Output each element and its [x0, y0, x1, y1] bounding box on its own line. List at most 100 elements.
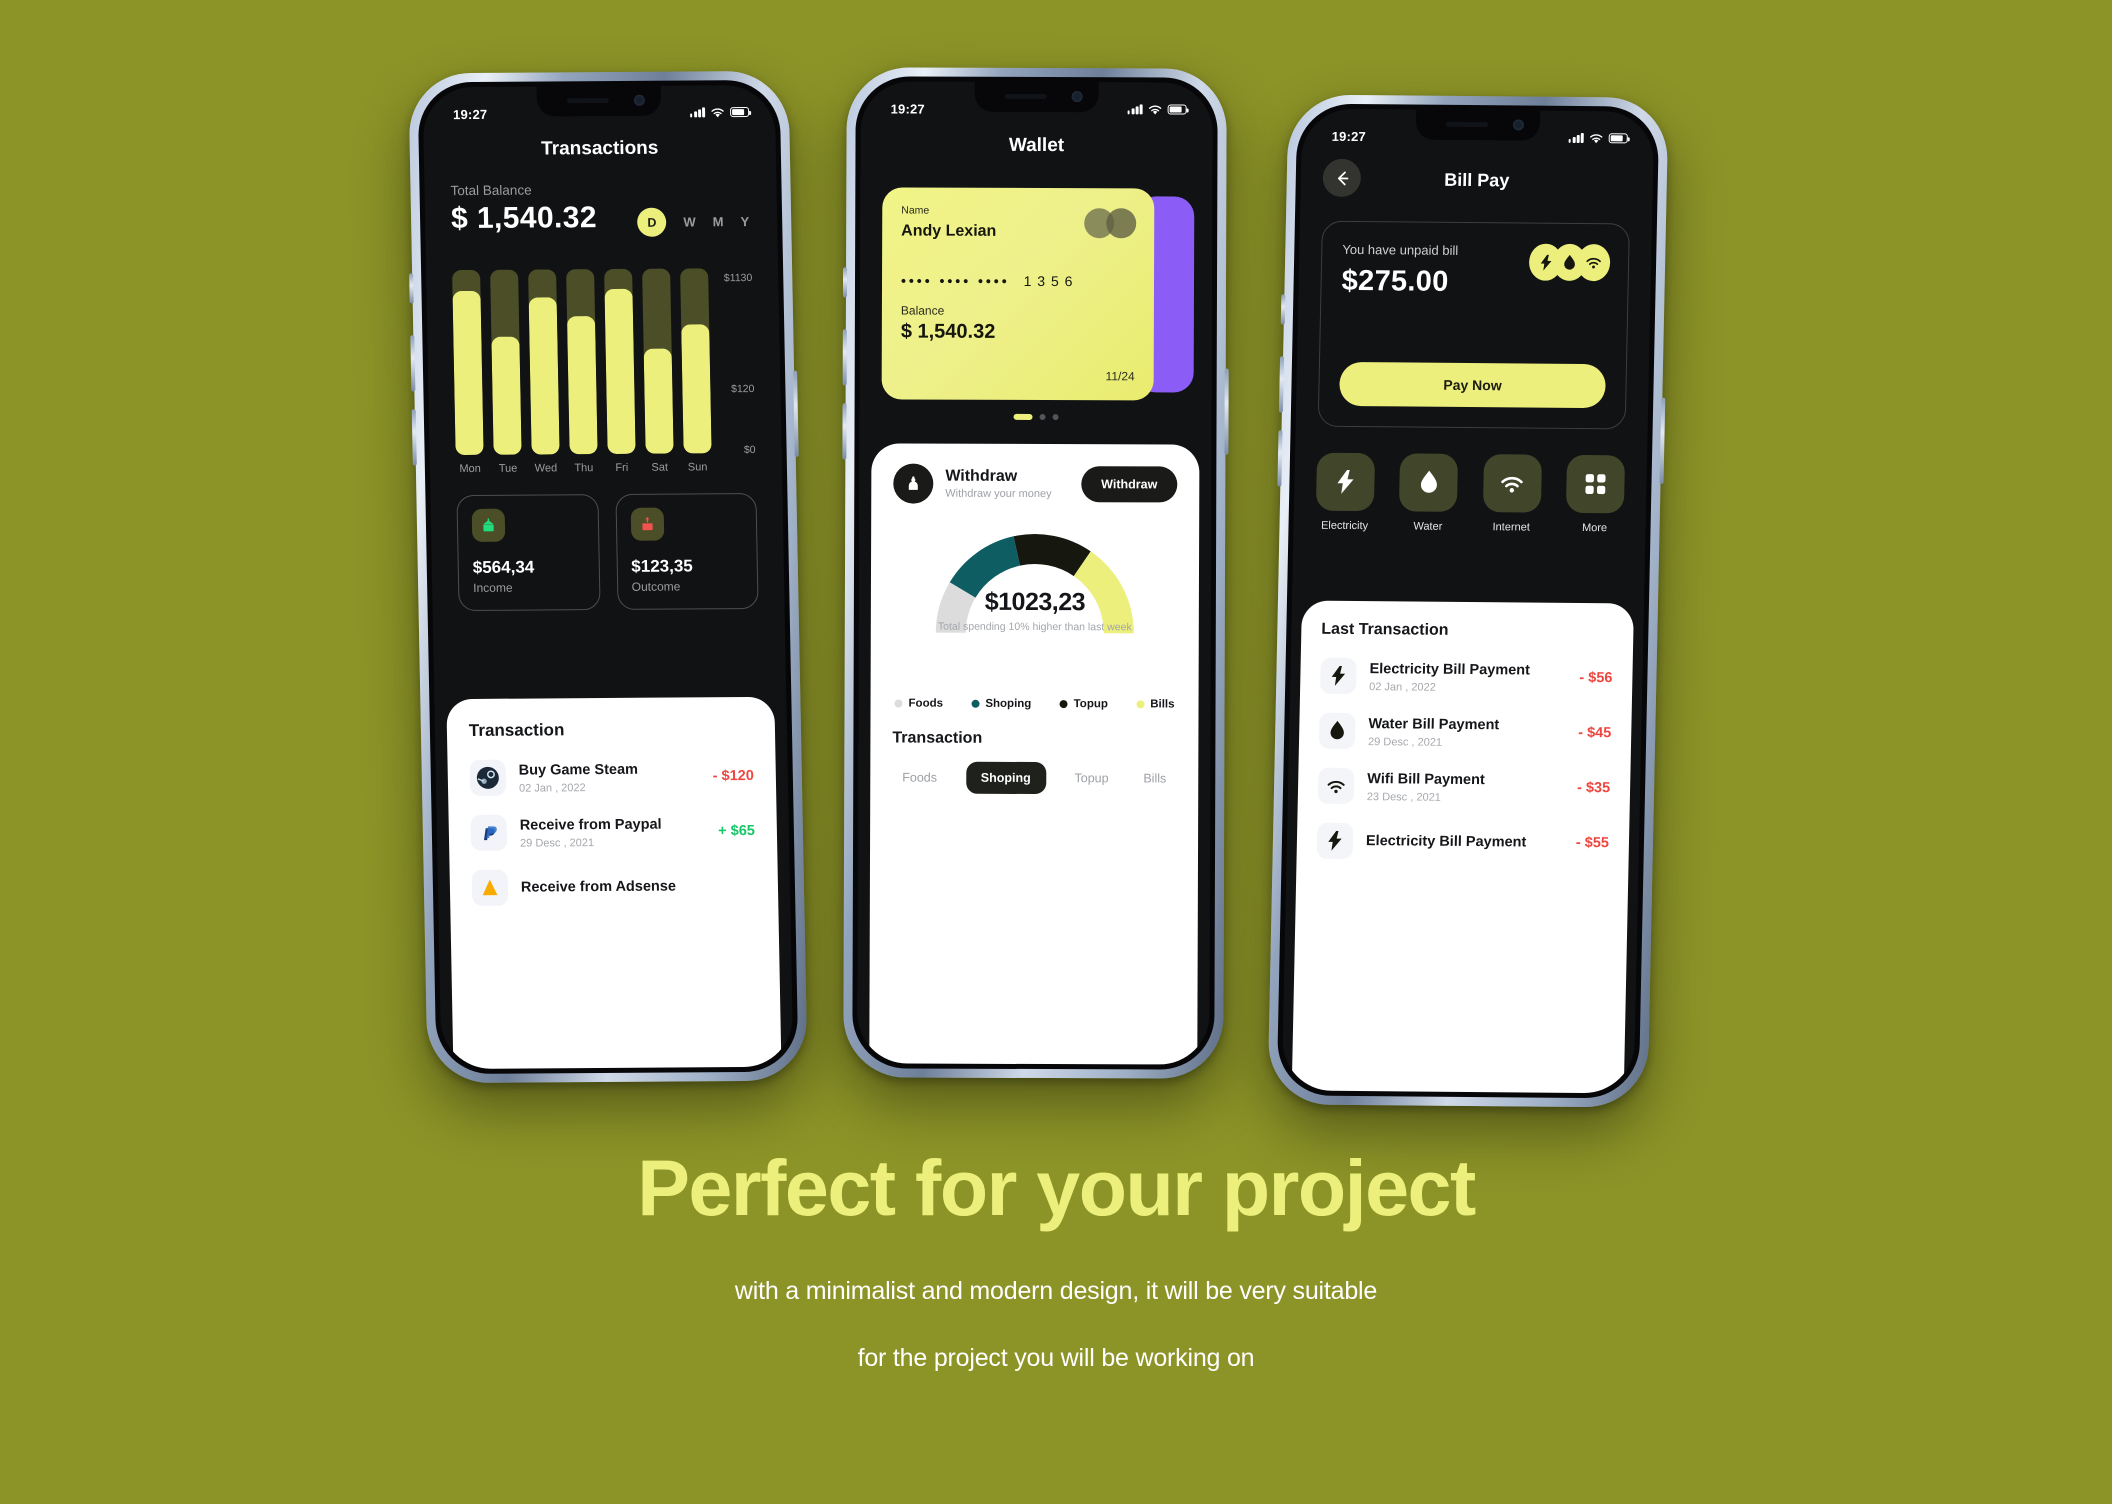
- page-title: Transactions: [540, 137, 659, 160]
- card-balance-label: Balance: [900, 303, 945, 318]
- income-value: $564,34: [472, 557, 535, 577]
- page-title: Wallet: [1008, 134, 1065, 157]
- stat-card-outcome[interactable]: $123,35 Outcome: [614, 492, 759, 610]
- sheet-title: Last Transaction: [1321, 620, 1449, 639]
- tab-shoping[interactable]: Shoping: [965, 761, 1046, 795]
- spending-gauge-chart: $1023,23 Total spending 10% higher than …: [918, 516, 1152, 647]
- carousel-dots[interactable]: [860, 413, 1212, 421]
- cellular-bars-icon: [1568, 133, 1584, 144]
- pay-now-button[interactable]: Pay Now: [1339, 361, 1606, 409]
- chart-x-tick: Wed: [534, 462, 558, 475]
- cellular-bars-icon: [1127, 104, 1143, 115]
- transaction-amount: + $65: [718, 822, 756, 840]
- volume-up-button[interactable]: [410, 335, 416, 392]
- wifi-icon: [1482, 454, 1542, 513]
- category-label: Electricity: [1320, 519, 1369, 533]
- category-label: More: [1581, 521, 1608, 535]
- transaction-name: Electricity Bill Payment: [1369, 660, 1531, 679]
- subheadline-line2: for the project you will be working on: [857, 1344, 1255, 1372]
- category-tabs[interactable]: Foods Shoping Topup Bills: [892, 761, 1176, 795]
- phone-wallet: 19:27 Wallet Name Andy Lexian •••• •••• …: [842, 67, 1229, 1079]
- withdraw-subtitle: Withdraw your money: [945, 487, 1052, 501]
- grid-icon: [1565, 454, 1626, 514]
- last-transaction-sheet: Last Transaction Electricity Bill Paymen…: [1291, 600, 1634, 1094]
- mastercard-icon: [1084, 208, 1137, 239]
- category-electricity[interactable]: Electricity: [1315, 452, 1376, 533]
- withdraw-row: Withdraw Withdraw your money Withdraw: [893, 463, 1178, 505]
- range-option-y[interactable]: Y: [740, 214, 749, 229]
- category-internet[interactable]: Internet: [1482, 454, 1542, 534]
- chart-x-tick: Mon: [459, 462, 481, 476]
- battery-icon: [730, 107, 750, 118]
- chart-x-tick: Sat: [651, 461, 669, 474]
- chart-bar: [641, 268, 674, 454]
- range-option-w[interactable]: W: [683, 214, 696, 229]
- power-button[interactable]: [793, 370, 799, 457]
- table-row[interactable]: Receive from Paypal 29 Desc , 2021 + $65: [470, 813, 756, 851]
- power-button[interactable]: [1224, 368, 1229, 455]
- bill-type-icons: [1528, 243, 1611, 282]
- bill-categories[interactable]: Electricity Water Internet More: [1315, 452, 1626, 535]
- wifi-icon: [1148, 104, 1162, 114]
- volume-down-button[interactable]: [1277, 430, 1283, 487]
- range-option-d[interactable]: D: [637, 207, 667, 237]
- card-number-masked: •••• •••• ••••: [900, 272, 1010, 289]
- wifi-icon: [711, 107, 724, 117]
- legend-item-topup: Topup: [1059, 698, 1108, 710]
- legend-item-shoping: Shoping: [971, 698, 1031, 710]
- table-row[interactable]: Electricity Bill Payment 02 Jan , 2022 -…: [1320, 657, 1613, 697]
- cellular-bars-icon: [689, 107, 706, 118]
- tab-topup[interactable]: Topup: [1068, 762, 1114, 794]
- chart-x-tick: Tue: [498, 462, 518, 475]
- transaction-amount: - $55: [1575, 834, 1610, 852]
- chart-x-axis: Mon Tue Wed Thu Fri Sat Sun: [456, 461, 756, 475]
- table-row[interactable]: Buy Game Steam 02 Jan , 2022 - $120: [469, 758, 754, 796]
- outcome-label: Outcome: [631, 579, 681, 594]
- credit-card[interactable]: Name Andy Lexian •••• •••• •••• 1 3 5 6 …: [881, 187, 1155, 401]
- wifi-icon: [1590, 133, 1603, 143]
- range-option-m[interactable]: M: [713, 214, 724, 229]
- chart-bar: [490, 269, 522, 455]
- withdraw-button[interactable]: Withdraw: [1081, 466, 1178, 503]
- transaction-date: 29 Desc , 2021: [1367, 735, 1443, 749]
- volume-up-button[interactable]: [842, 329, 847, 386]
- stat-card-income[interactable]: $564,34 Income: [456, 494, 601, 612]
- card-carousel[interactable]: Name Andy Lexian •••• •••• •••• 1 3 5 6 …: [881, 187, 1195, 401]
- water-drop-icon: [1318, 712, 1356, 750]
- mute-switch[interactable]: [409, 273, 414, 304]
- chart-legend: Foods Shoping Topup Bills: [893, 698, 1177, 711]
- notch: [1415, 109, 1541, 141]
- table-row[interactable]: Receive from Adsense: [471, 868, 757, 906]
- gauge-center-value: $1023,23: [984, 587, 1086, 617]
- transaction-date: 02 Jan , 2022: [1369, 680, 1436, 694]
- category-water[interactable]: Water: [1399, 453, 1459, 533]
- status-time: 19:27: [452, 106, 488, 122]
- transaction-amount: - $35: [1576, 779, 1611, 797]
- chart-bar: [679, 268, 712, 454]
- mute-switch[interactable]: [842, 267, 848, 298]
- mute-switch[interactable]: [1280, 294, 1286, 325]
- power-button[interactable]: [1659, 397, 1666, 484]
- table-row[interactable]: Wifi Bill Payment 23 Desc , 2021 - $35: [1317, 767, 1611, 807]
- range-selector[interactable]: D W M Y: [637, 207, 749, 237]
- income-label: Income: [473, 580, 513, 595]
- status-time: 19:27: [890, 100, 925, 117]
- volume-down-button[interactable]: [411, 409, 417, 466]
- transaction-amount: - $56: [1579, 669, 1613, 687]
- promo-caption: Perfect for your project with a minimali…: [0, 1148, 2112, 1373]
- chart-x-tick: Fri: [615, 461, 629, 474]
- transaction-name: Electricity Bill Payment: [1365, 833, 1527, 851]
- sheet-title: Transaction: [892, 729, 983, 747]
- table-row[interactable]: Electricity Bill Payment - $55: [1316, 822, 1610, 862]
- volume-up-button[interactable]: [1278, 356, 1285, 413]
- phone-bill-pay: 19:27 Bill Pay You have unpaid bill $275…: [1267, 94, 1669, 1108]
- volume-down-button[interactable]: [842, 403, 847, 460]
- category-label: Internet: [1492, 521, 1530, 534]
- tab-bills[interactable]: Bills: [1137, 762, 1172, 794]
- table-row[interactable]: Water Bill Payment 29 Desc , 2021 - $45: [1318, 712, 1612, 752]
- bolt-icon: [1315, 452, 1376, 512]
- category-more[interactable]: More: [1565, 454, 1626, 535]
- subheadline-line1: with a minimalist and modern design, it …: [734, 1277, 1378, 1305]
- transaction-name: Buy Game Steam: [518, 761, 639, 779]
- tab-foods[interactable]: Foods: [896, 762, 943, 794]
